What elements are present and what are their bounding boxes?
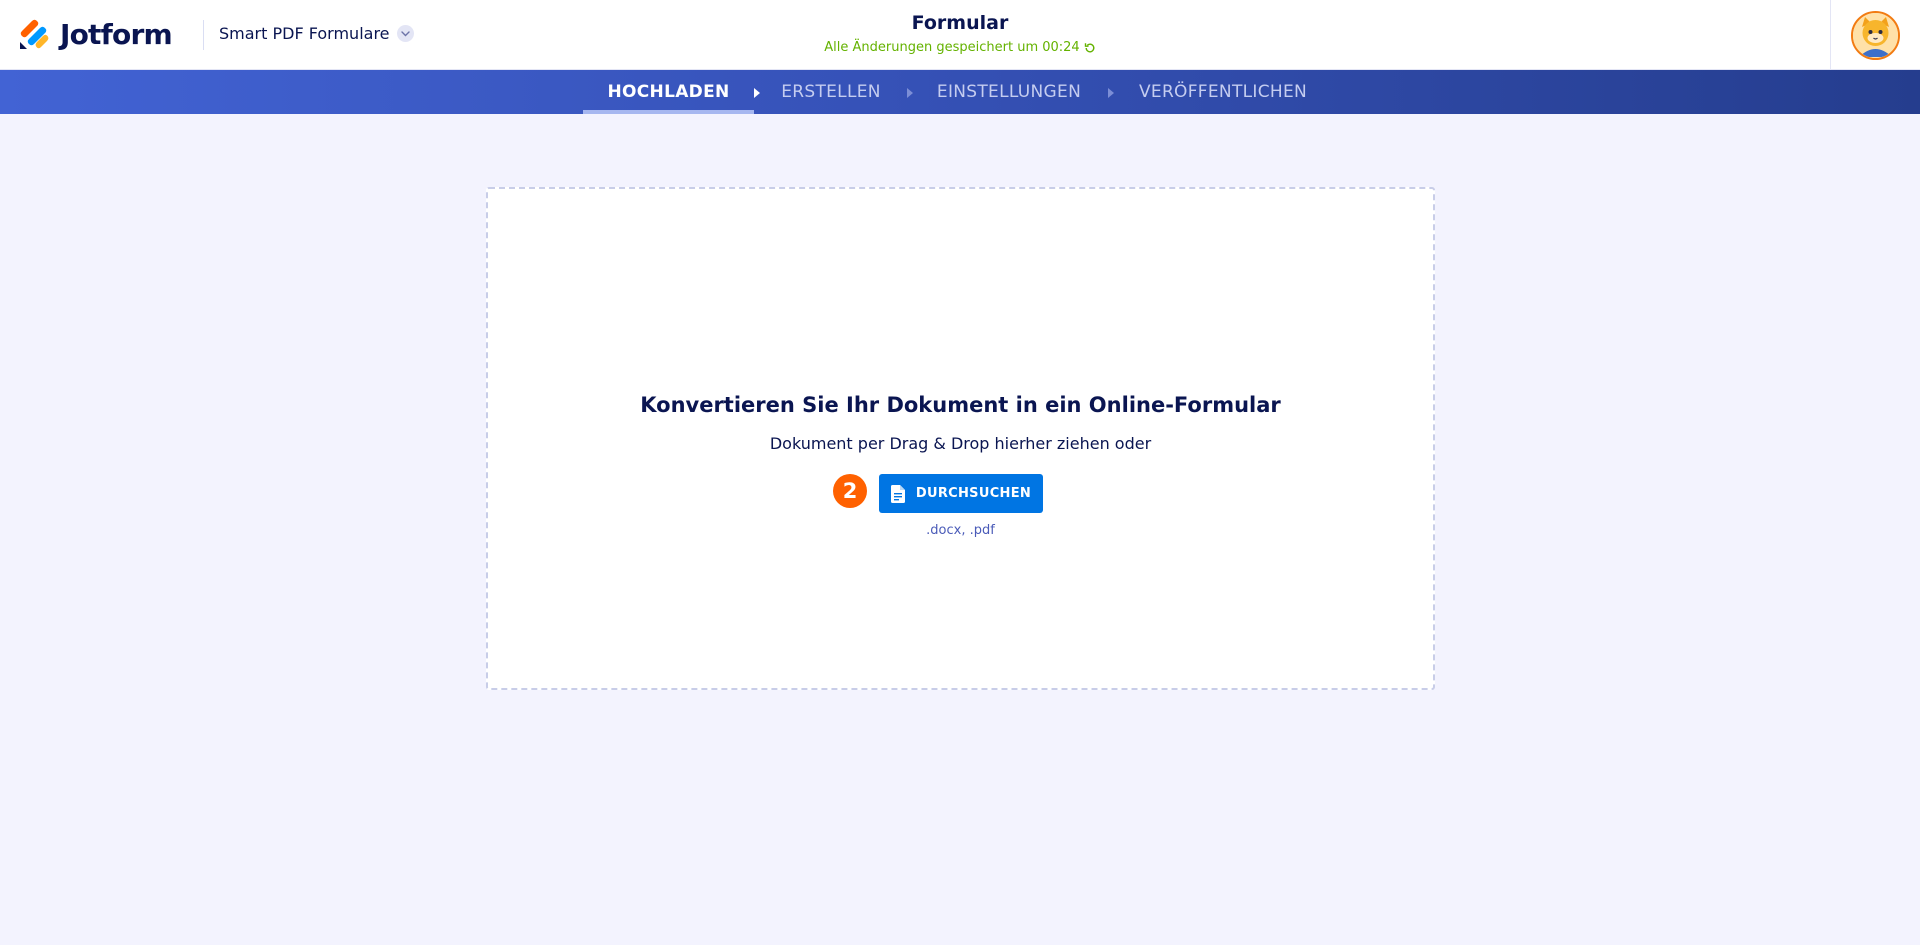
brand-name: Jotform — [60, 17, 173, 51]
avatar[interactable] — [1851, 11, 1900, 60]
top-header: Jotform Smart PDF Formulare Formular All… — [0, 0, 1920, 70]
jotform-logo-icon — [20, 19, 49, 49]
save-status-text: Alle Änderungen gespeichert um 00:24 — [824, 40, 1080, 55]
form-title-block: Formular Alle Änderungen gespeichert um … — [760, 12, 1160, 55]
header-right-divider — [1830, 0, 1831, 70]
chevron-down-icon — [396, 25, 414, 42]
tab-hochladen[interactable]: HOCHLADEN — [583, 70, 754, 114]
tab-veroeffentlichen[interactable]: VERÖFFENTLICHEN — [1132, 70, 1314, 114]
upload-title: Konvertieren Sie Ihr Dokument in ein Onl… — [640, 393, 1281, 417]
step-number-badge: 2 — [833, 474, 867, 508]
browse-button[interactable]: DURCHSUCHEN — [879, 474, 1043, 513]
form-title[interactable]: Formular — [760, 12, 1160, 34]
upload-subtitle: Dokument per Drag & Drop hierher ziehen … — [769, 434, 1152, 453]
product-switcher[interactable]: Smart PDF Formulare — [219, 24, 414, 43]
header-divider — [203, 20, 204, 50]
product-switcher-label: Smart PDF Formulare — [219, 24, 390, 43]
document-icon — [890, 484, 905, 503]
step-arrow-icon — [907, 88, 913, 98]
step-arrow-icon — [1108, 88, 1114, 98]
tab-einstellungen[interactable]: EINSTELLUNGEN — [930, 70, 1088, 114]
refresh-icon — [1084, 42, 1095, 52]
browse-button-label: DURCHSUCHEN — [915, 486, 1032, 501]
step-arrow-icon — [754, 88, 760, 98]
accepted-file-types: .docx, .pdf — [926, 523, 995, 538]
avatar-icon — [1853, 13, 1898, 58]
step-navigation: HOCHLADEN ERSTELLEN EINSTELLUNGEN VERÖFF… — [0, 70, 1920, 114]
upload-dropzone[interactable]: Konvertieren Sie Ihr Dokument in ein Onl… — [486, 187, 1435, 690]
tab-erstellen[interactable]: ERSTELLEN — [776, 70, 886, 114]
save-status: Alle Änderungen gespeichert um 00:24 — [760, 40, 1160, 55]
jotform-logo[interactable]: Jotform — [19, 16, 173, 52]
